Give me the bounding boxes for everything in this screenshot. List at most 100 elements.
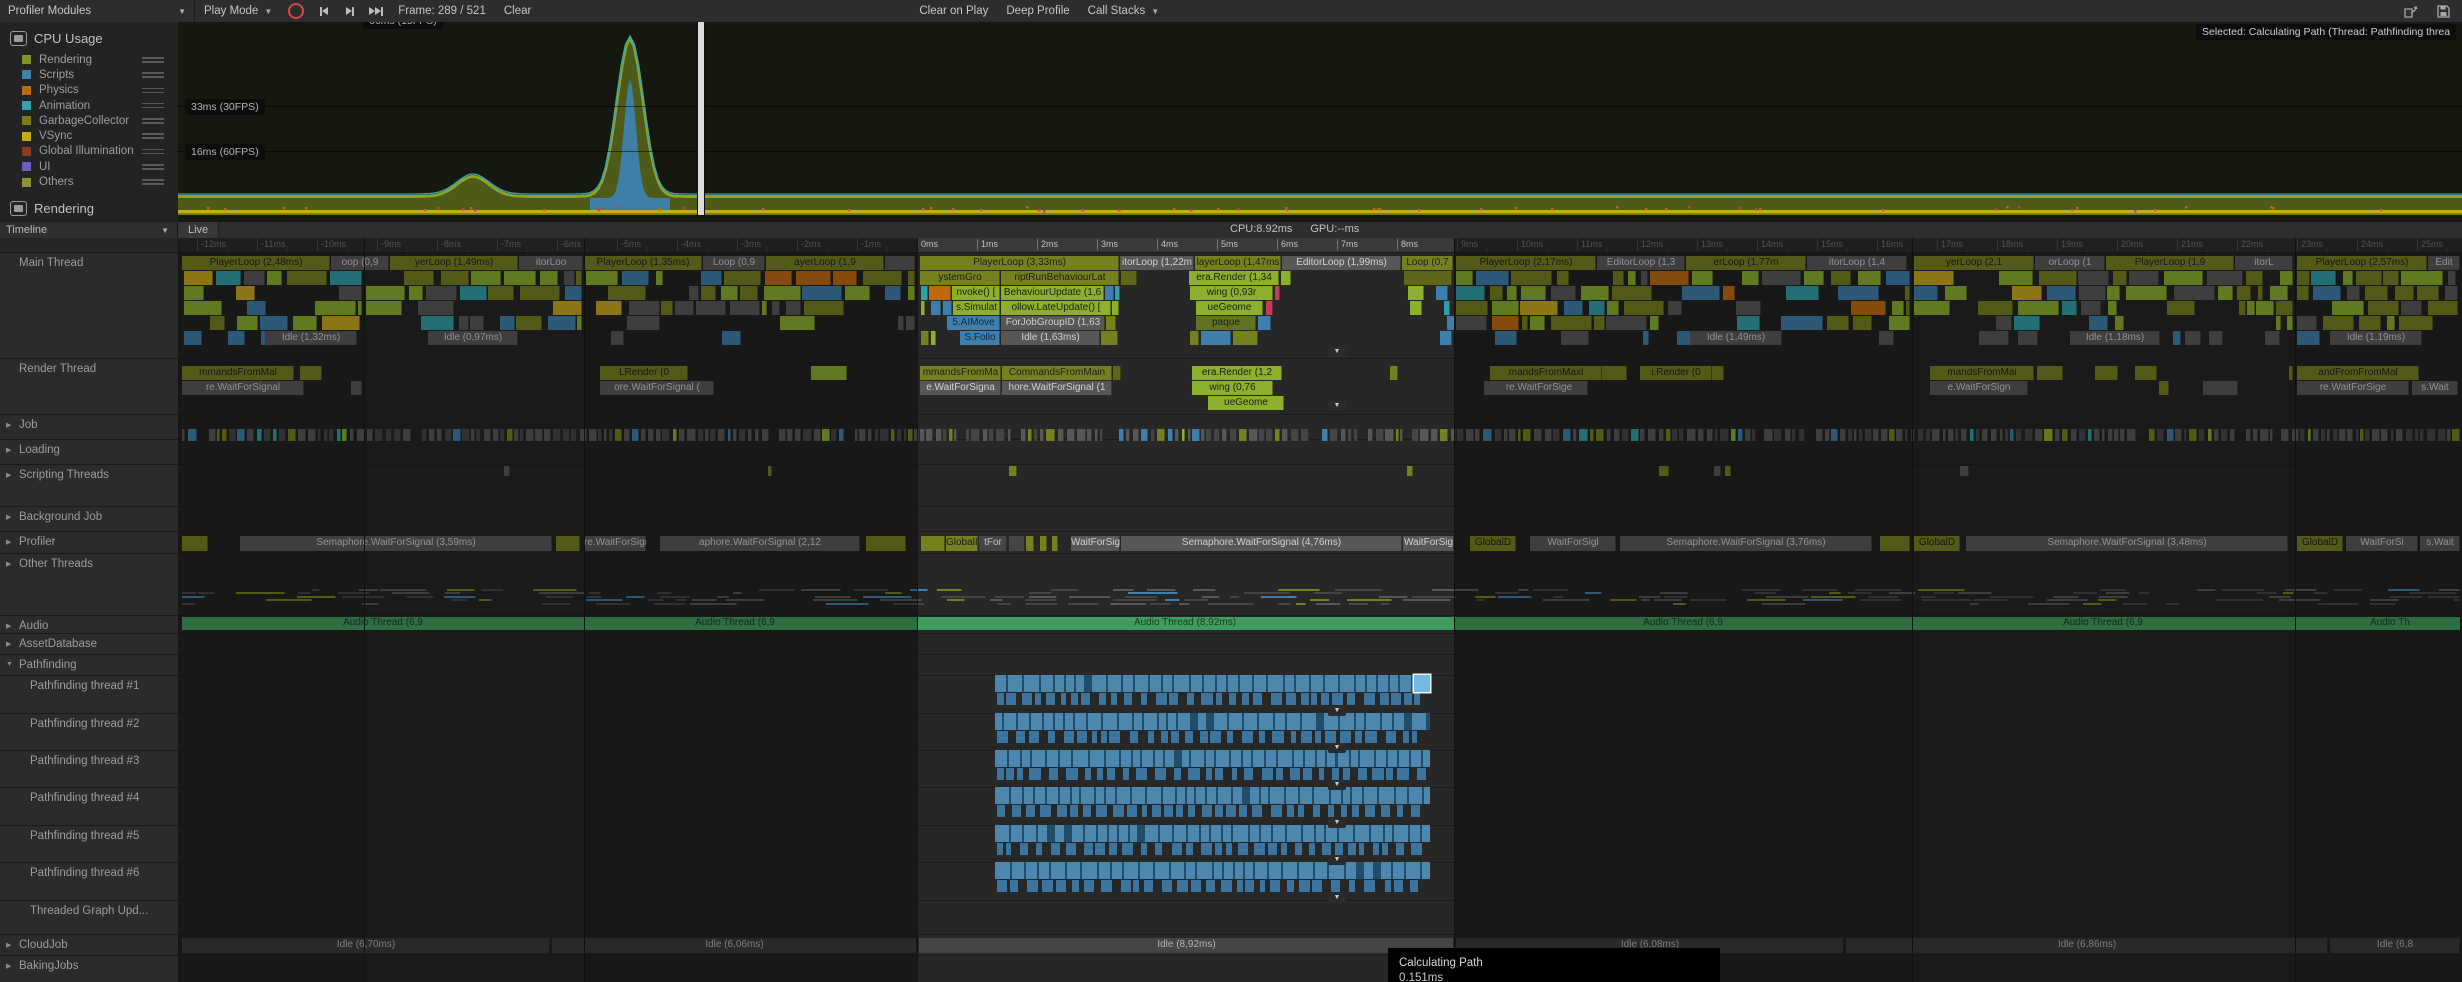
timeline-block[interactable] [2185,331,2201,345]
timeline-block[interactable] [1551,316,1593,330]
timeline-block[interactable] [2073,592,2098,594]
timeline-block[interactable] [2308,429,2311,441]
call-stacks-dropdown[interactable]: Call Stacks ▼ [1079,0,1168,22]
pathfinding-sample[interactable] [1057,805,1066,817]
timeline-block[interactable] [1991,429,1997,441]
timeline-block[interactable] [589,592,601,594]
selected-sample-block[interactable] [1414,675,1430,692]
pathfinding-sample[interactable] [1214,862,1222,879]
timeline-block[interactable] [330,271,362,285]
timeline-block[interactable] [1239,429,1247,441]
timeline-block[interactable] [2028,603,2070,605]
pathfinding-sample[interactable] [1123,768,1130,780]
timeline-block[interactable] [2129,271,2159,285]
timeline-block[interactable] [236,592,285,594]
timeline-block[interactable] [2207,271,2244,285]
pathfinding-sample[interactable] [1352,805,1359,817]
timeline-block[interactable] [514,429,519,441]
timeline-block[interactable] [687,429,696,441]
pathfinding-sample[interactable] [1111,693,1116,705]
pathfinding-sample[interactable] [1090,750,1104,767]
timeline-block[interactable] [182,429,185,441]
timeline-block[interactable] [1848,429,1852,441]
timeline-block[interactable] [1431,429,1438,441]
foldout-collapsed-icon[interactable]: ▶ [6,941,11,949]
timeline-block[interactable] [2313,429,2319,441]
timeline-block[interactable] [1119,429,1125,441]
timeline-block[interactable] [1692,271,1713,285]
pathfinding-sample[interactable] [1417,768,1426,780]
timeline-block[interactable] [891,429,895,441]
timeline-block[interactable] [1412,429,1419,441]
timeline-block[interactable] [209,429,216,441]
timeline-block[interactable] [1456,271,1473,285]
timeline-block[interactable] [2313,286,2341,300]
legend-item-vsync[interactable]: VSync [0,128,178,143]
timeline-block[interactable] [2281,429,2289,441]
pathfinding-sample[interactable] [1011,825,1022,842]
timeline-block[interactable] [267,271,282,285]
pathfinding-sample[interactable] [1066,675,1075,692]
timeline-block[interactable] [1786,286,1819,300]
timeline-block[interactable] [500,316,515,330]
timeline-block[interactable] [1106,316,1116,330]
timeline-block[interactable] [764,286,800,300]
timeline-block[interactable] [1113,599,1157,601]
pathfinding-sample[interactable] [1411,843,1422,855]
timeline-block[interactable] [1151,429,1155,441]
timeline-block[interactable] [516,316,542,330]
timeline-block[interactable] [1802,589,1838,591]
pathfinding-sample[interactable] [1356,713,1363,730]
timeline-block[interactable] [1607,301,1619,315]
timeline-block[interactable] [429,429,435,441]
timeline-block[interactable] [611,331,624,345]
current-frame-button[interactable] [363,2,389,20]
pathfinding-sample[interactable] [1085,768,1091,780]
timeline-block[interactable] [481,589,504,591]
timeline-block[interactable] [1533,589,1569,591]
timeline-block[interactable] [1520,301,1558,315]
timeline-block[interactable] [1201,331,1231,345]
clear-button[interactable]: Clear [495,0,540,22]
pathfinding-sample[interactable] [1238,843,1248,855]
timeline-block[interactable] [2174,286,2216,300]
timeline-block[interactable] [1190,331,1199,345]
timeline-block[interactable] [1641,271,1648,285]
timeline-block[interactable] [318,429,321,441]
timeline-block[interactable] [2208,429,2212,441]
timeline-block[interactable] [1643,331,1650,345]
timeline-block[interactable]: yerLoop (1,49ms) [390,256,518,270]
timeline-block[interactable] [2285,589,2317,591]
pathfinding-sample[interactable] [1229,713,1242,730]
timeline-block[interactable] [1376,429,1384,441]
timeline-block[interactable] [2230,429,2235,441]
timeline-block[interactable] [188,429,197,441]
timeline-block[interactable] [533,589,577,591]
timeline-block[interactable] [822,429,830,441]
timeline-block[interactable] [2447,429,2451,441]
pathfinding-sample[interactable] [1399,750,1409,767]
timeline-block[interactable] [1914,286,1938,300]
timeline-block[interactable] [2108,301,2118,315]
timeline-block[interactable] [845,286,870,300]
cpu-usage-module[interactable]: CPU Usage [0,22,178,52]
timeline-block[interactable] [1976,429,1980,441]
pathfinding-sample[interactable] [1188,825,1199,842]
timeline-block[interactable] [722,331,741,345]
timeline-block[interactable] [1840,429,1846,441]
timeline-block[interactable] [445,429,451,441]
pathfinding-sample[interactable] [1254,675,1266,692]
pathfinding-sample[interactable] [1414,693,1420,705]
pathfinding-sample[interactable] [1276,768,1283,780]
timeline-block[interactable] [2083,603,2102,605]
timeline-block[interactable] [2055,429,2061,441]
timeline-block[interactable] [1495,592,1519,594]
timeline-block[interactable] [801,589,842,591]
timeline-block[interactable] [2332,301,2364,315]
timeline-block[interactable] [679,429,685,441]
pathfinding-sample[interactable] [1412,731,1417,743]
pathfinding-sample[interactable] [1286,787,1298,804]
pathfinding-sample[interactable] [1201,825,1209,842]
pathfinding-sample[interactable] [1270,880,1281,892]
timeline-block[interactable] [447,589,476,591]
